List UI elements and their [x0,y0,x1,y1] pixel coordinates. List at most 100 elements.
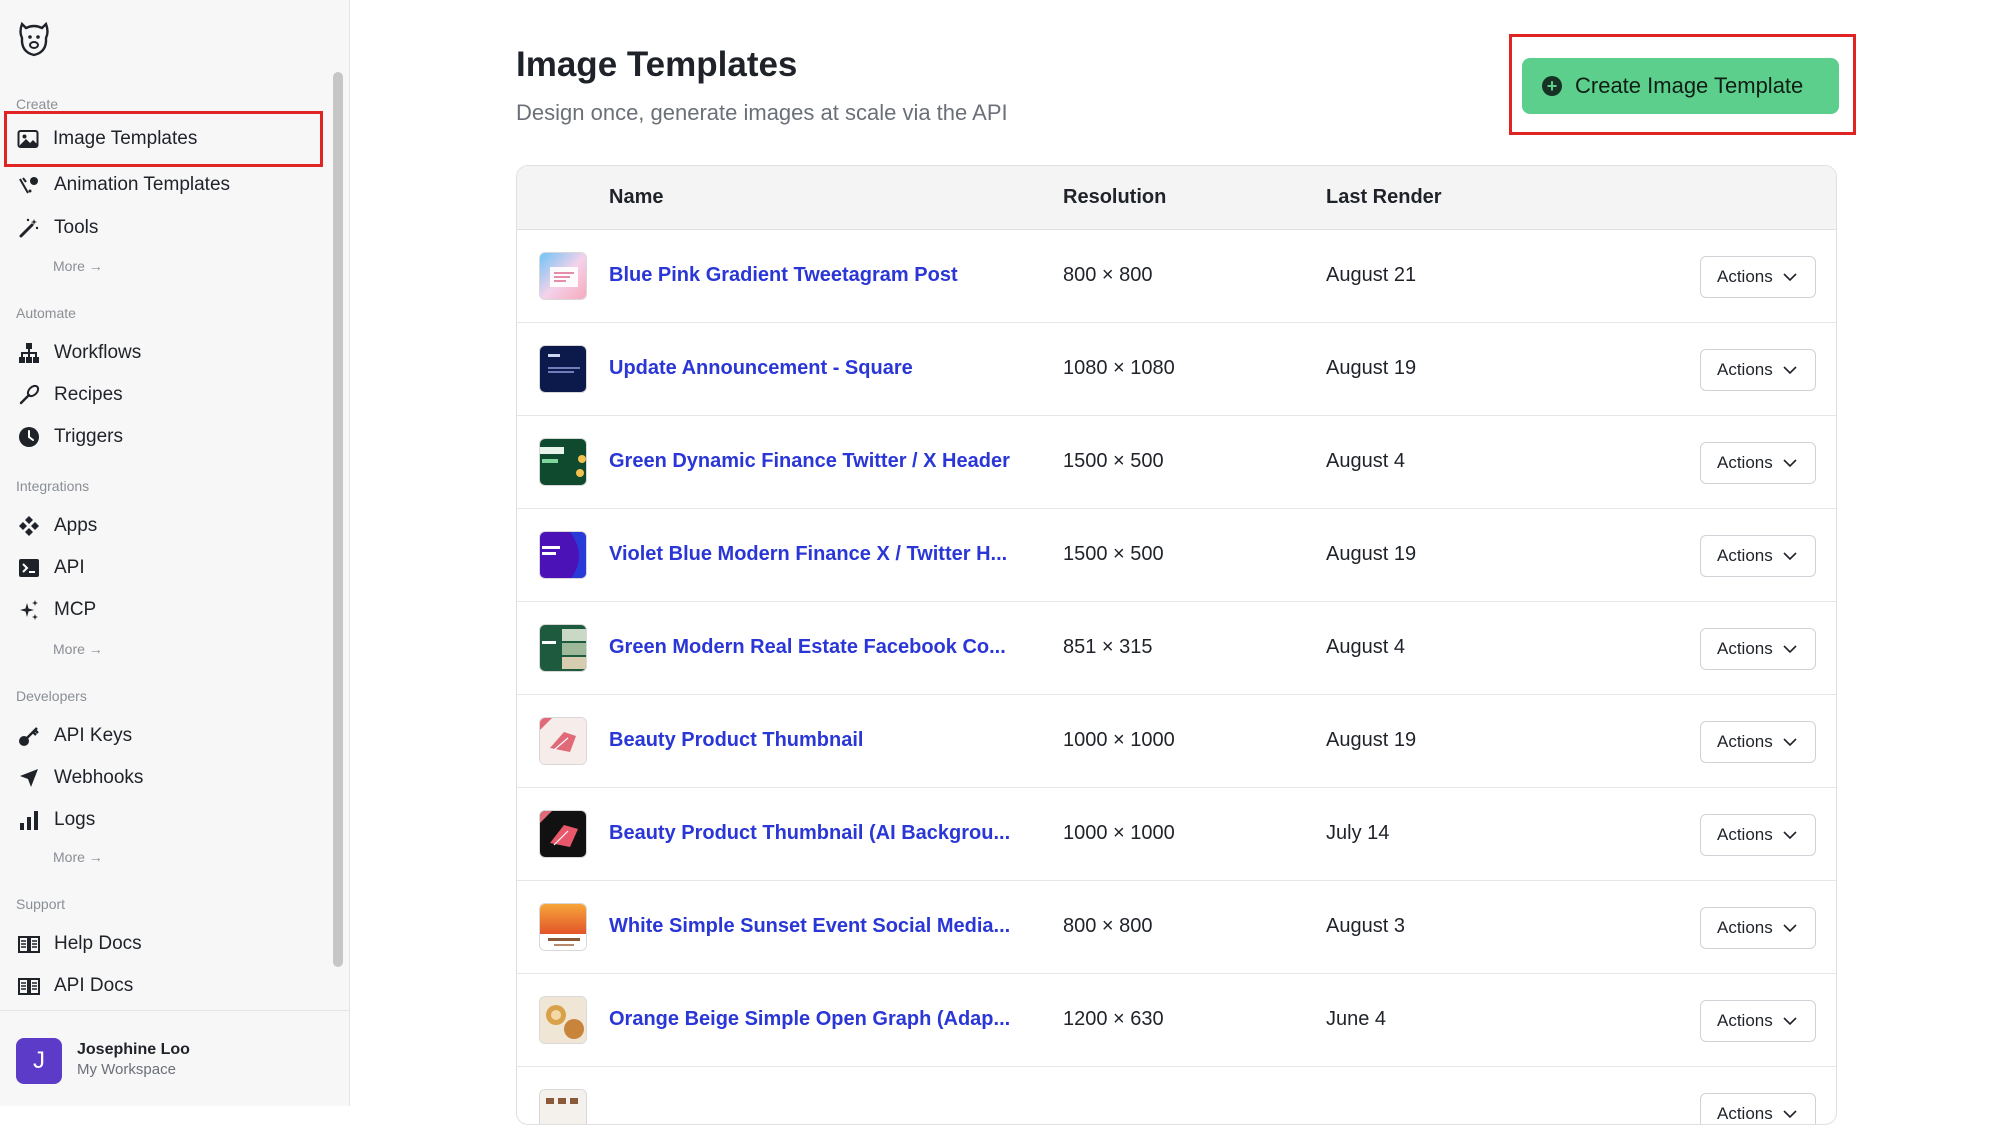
template-resolution: 1080 × 1080 [1063,357,1175,379]
table-row: Green Modern Real Estate Facebook Co... … [517,602,1836,695]
actions-label: Actions [1717,825,1773,844]
template-thumbnail[interactable] [539,345,587,393]
template-thumbnail[interactable] [539,438,587,486]
chevron-down-icon [1783,1109,1797,1118]
table-row: Beauty Product Thumbnail 1000 × 1000 Aug… [517,695,1836,788]
chevron-down-icon [1783,830,1797,839]
template-resolution: 851 × 315 [1063,636,1153,658]
sidebar-item-recipes[interactable]: Recipes [8,372,320,418]
chevron-down-icon [1783,365,1797,374]
sidebar-scrollbar[interactable] [333,72,343,967]
user-profile[interactable]: J Josephine Loo My Workspace [0,1010,349,1106]
table-row: Update Announcement - Square 1080 × 1080… [517,323,1836,416]
chevron-down-icon [1783,551,1797,560]
template-thumbnail[interactable] [539,531,587,579]
template-name-link[interactable]: Green Modern Real Estate Facebook Co... [609,636,1006,659]
template-name-link[interactable]: Violet Blue Modern Finance X / Twitter H… [609,543,1007,566]
sidebar-item-apps[interactable]: Apps [8,503,320,549]
template-thumbnail[interactable] [539,252,587,300]
template-name-link[interactable]: Beauty Product Thumbnail [609,729,863,752]
whisk-icon [17,383,41,407]
sidebar-item-label: API [54,557,85,578]
template-resolution: 1200 × 630 [1063,1008,1164,1030]
sidebar-item-workflows[interactable]: Workflows [8,330,320,376]
actions-label: Actions [1717,732,1773,751]
actions-dropdown[interactable]: Actions [1700,721,1816,763]
send-icon [17,766,41,790]
actions-dropdown[interactable]: Actions [1700,349,1816,391]
sidebar-item-tools[interactable]: Tools [8,205,320,251]
sidebar-item-api-docs[interactable]: API Docs [8,963,320,1009]
template-name-link[interactable]: Green Dynamic Finance Twitter / X Header [609,450,1010,473]
sidebar-item-api-keys[interactable]: API Keys [8,713,320,759]
actions-label: Actions [1717,360,1773,379]
actions-dropdown[interactable]: Actions [1700,1000,1816,1042]
chevron-down-icon [1783,737,1797,746]
actions-dropdown[interactable]: Actions [1700,814,1816,856]
template-last-render: August 19 [1326,357,1417,379]
sparkles-icon [17,598,41,622]
template-name-link[interactable]: Update Announcement - Square [609,357,913,380]
table-row: Green Dynamic Finance Twitter / X Header… [517,416,1836,509]
sidebar-item-help-docs[interactable]: Help Docs [8,921,320,967]
magic-wand-icon [17,216,41,240]
sidebar-item-label: Tools [54,217,99,238]
template-thumbnail[interactable] [539,717,587,765]
actions-dropdown[interactable]: Actions [1700,907,1816,949]
section-label-automate: Automate [16,305,76,321]
actions-label: Actions [1717,546,1773,565]
template-name-link[interactable]: Blue Pink Gradient Tweetagram Post [609,264,958,287]
actions-label: Actions [1717,639,1773,658]
template-thumbnail[interactable] [539,1089,587,1124]
actions-dropdown[interactable]: Actions [1700,256,1816,298]
section-label-developers: Developers [16,688,87,704]
template-last-render: August 4 [1326,450,1405,472]
table-row: White Simple Sunset Event Social Media..… [517,881,1836,974]
workflow-icon [17,341,41,365]
more-link-developers[interactable]: More → [53,849,103,865]
book-icon [17,974,41,998]
sidebar-item-logs[interactable]: Logs [8,797,320,843]
chevron-down-icon [1783,272,1797,281]
actions-label: Actions [1717,918,1773,937]
sidebar-item-label: MCP [54,599,97,620]
section-label-create: Create [16,96,59,112]
sidebar-item-animation-templates[interactable]: Animation Templates [8,162,320,208]
sidebar-item-triggers[interactable]: Triggers [8,414,320,460]
sidebar-item-label: Webhooks [54,767,144,788]
chevron-down-icon [1783,1016,1797,1025]
template-thumbnail[interactable] [539,903,587,951]
template-resolution: 800 × 800 [1063,264,1153,286]
actions-dropdown[interactable]: Actions [1700,1093,1816,1124]
template-last-render: July 14 [1326,822,1390,844]
create-image-template-button[interactable]: + Create Image Template [1522,58,1839,114]
more-link-create[interactable]: More → [53,258,103,274]
actions-label: Actions [1717,1104,1773,1123]
template-last-render: August 4 [1326,636,1405,658]
actions-dropdown[interactable]: Actions [1700,535,1816,577]
sidebar-item-image-templates[interactable]: Image Templates [4,111,323,167]
sidebar-item-webhooks[interactable]: Webhooks [8,755,320,801]
template-resolution: 1000 × 1000 [1063,729,1175,751]
actions-dropdown[interactable]: Actions [1700,628,1816,670]
sidebar-item-mcp[interactable]: MCP [8,587,320,633]
sidebar-item-label: Recipes [54,384,123,405]
template-resolution: 1000 × 1000 [1063,822,1175,844]
sidebar-item-api[interactable]: API [8,545,320,591]
apps-icon [17,514,41,538]
actions-label: Actions [1717,453,1773,472]
template-thumbnail[interactable] [539,624,587,672]
section-label-support: Support [16,896,66,912]
chevron-down-icon [1783,923,1797,932]
bear-logo-icon[interactable] [16,18,52,58]
template-thumbnail[interactable] [539,996,587,1044]
template-name-link[interactable]: Orange Beige Simple Open Graph (Adap... [609,1008,1010,1031]
template-name-link[interactable]: White Simple Sunset Event Social Media..… [609,915,1010,938]
more-link-integrations[interactable]: More → [53,641,103,657]
templates-table: Name Resolution Last Render Blue Pink Gr… [516,165,1837,1125]
template-last-render: August 19 [1326,543,1417,565]
table-row: Beauty Product Thumbnail (AI Backgrou...… [517,788,1836,881]
template-name-link[interactable]: Beauty Product Thumbnail (AI Backgrou... [609,822,1010,845]
actions-dropdown[interactable]: Actions [1700,442,1816,484]
template-thumbnail[interactable] [539,810,587,858]
